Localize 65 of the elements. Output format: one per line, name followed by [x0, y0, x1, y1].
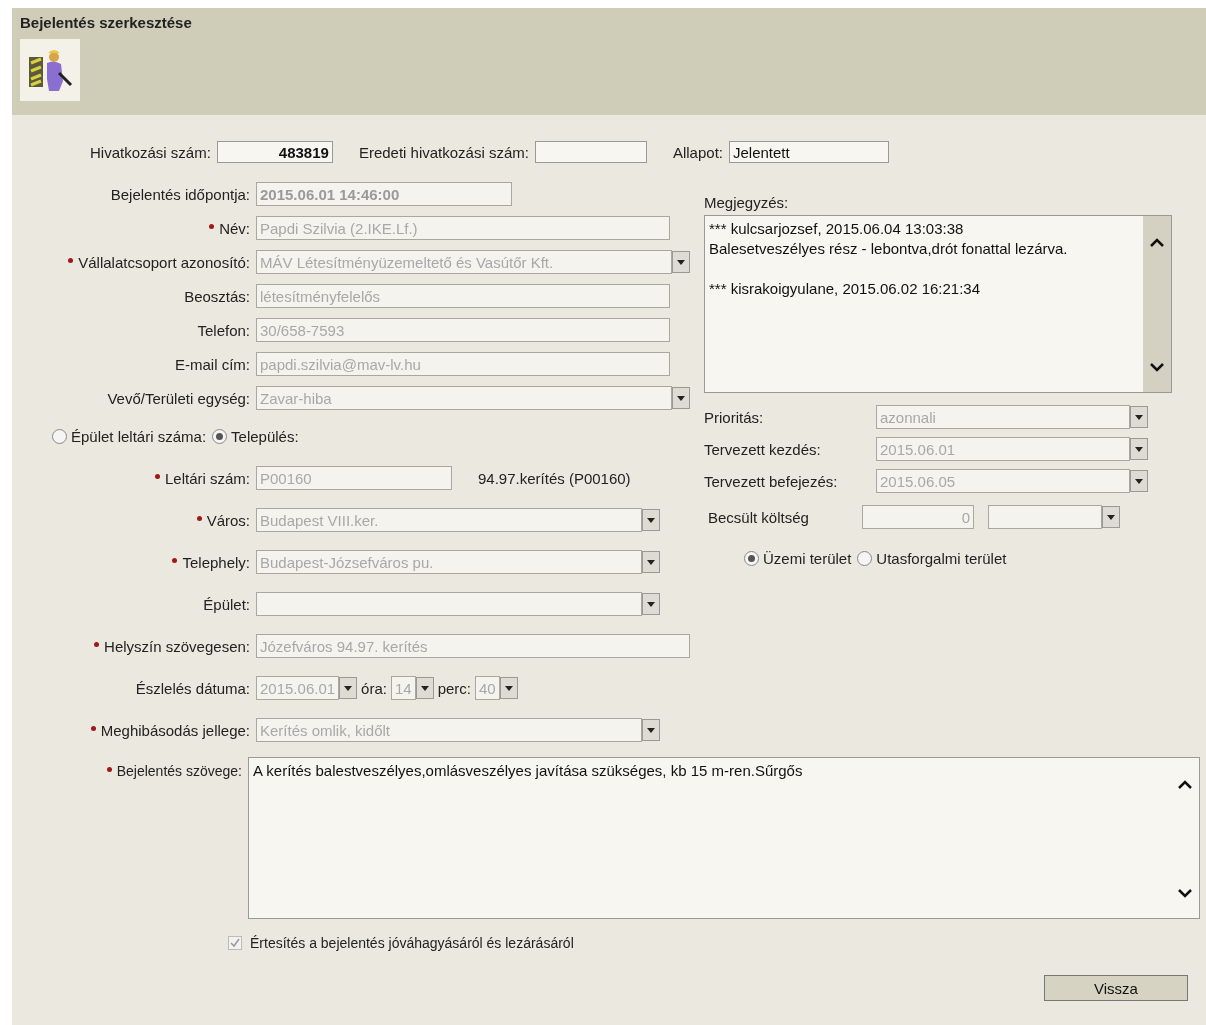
- field-label: E-mail cím:: [175, 355, 250, 373]
- date-dropdown[interactable]: 2015.06.01: [256, 676, 340, 700]
- field-label: Épület:: [203, 595, 250, 613]
- field-label: Tervezett befejezés:: [704, 472, 839, 490]
- dropdown-field[interactable]: MÁV Létesítményüzemeltető és Vasútőr Kft.: [256, 250, 672, 274]
- input-field[interactable]: 483819: [216, 141, 333, 163]
- scrollbar[interactable]: [1143, 216, 1171, 392]
- worker-at-barrier-icon: [20, 39, 80, 101]
- radio-option[interactable]: Település:: [212, 427, 299, 445]
- field-label: perc:: [437, 679, 471, 697]
- dropdown-field[interactable]: azonnali: [876, 405, 1130, 429]
- back-button[interactable]: Vissza: [1044, 975, 1188, 1001]
- field-label: Telephely:: [182, 553, 250, 571]
- dropdown-field[interactable]: 2015.06.05: [876, 469, 1130, 493]
- hour-dropdown[interactable]: 14: [390, 676, 416, 700]
- field-label: óra:: [361, 679, 387, 697]
- dropdown-field[interactable]: Kerítés omlik, kidőlt: [256, 718, 642, 742]
- item-description: 94.97.kerítés (P00160): [478, 469, 631, 487]
- input-field[interactable]: 0: [862, 505, 974, 529]
- radio-option[interactable]: Utasforgalmi terület: [857, 549, 1007, 567]
- dropdown-field[interactable]: Zavar-hiba: [256, 386, 672, 410]
- field-label: Telefon:: [197, 321, 250, 339]
- field-label: Név:: [219, 219, 250, 237]
- input-field[interactable]: P00160: [256, 466, 452, 490]
- field-label: Becsült költség: [708, 508, 810, 526]
- scroll-down-icon[interactable]: [1178, 888, 1192, 898]
- field-label: Vevő/Területi egység:: [107, 389, 250, 407]
- input-field[interactable]: Jelentett: [729, 141, 889, 163]
- input-field[interactable]: [534, 141, 647, 163]
- field-label: Város:: [206, 511, 250, 529]
- radio-option[interactable]: Üzemi terület: [744, 549, 852, 567]
- field-label: Megjegyzés:: [704, 194, 789, 211]
- field-label: Eredeti hivatkozási szám:: [358, 143, 529, 161]
- field-label: Leltári szám:: [164, 469, 250, 487]
- field-label: Észlelés dátuma:: [135, 679, 250, 697]
- input-field[interactable]: 30/658-7593: [256, 318, 670, 342]
- field-label: Bejelentés szövege:: [116, 763, 242, 779]
- dropdown-field[interactable]: [256, 592, 642, 616]
- field-label: Tervezett kezdés:: [704, 440, 822, 458]
- input-field[interactable]: Papdi Szilvia (2.IKE.Lf.): [256, 216, 670, 240]
- dropdown-field[interactable]: Budapest VIII.ker.: [256, 508, 642, 532]
- window-title: Bejelentés szerkesztése: [20, 14, 193, 31]
- radio-option[interactable]: Épület leltári száma:: [52, 427, 207, 445]
- dropdown-field[interactable]: Budapest-Józsefváros pu.: [256, 550, 642, 574]
- scroll-up-icon[interactable]: [1178, 780, 1192, 790]
- field-label: Meghibásodás jellege:: [100, 721, 250, 739]
- notify-checkbox[interactable]: Értesítés a bejelentés jóváhagyásáról és lezárásáról: [228, 935, 574, 951]
- checkmark-icon: [230, 938, 240, 948]
- input-field[interactable]: 2015.06.01 14:46:00: [256, 182, 512, 206]
- field-label: Helyszín szövegesen:: [104, 637, 250, 655]
- field-label: Beosztás:: [184, 287, 250, 305]
- input-field[interactable]: papdi.szilvia@mav-lv.hu: [256, 352, 670, 376]
- input-field[interactable]: létesítményfelelős: [256, 284, 670, 308]
- field-label: Hivatkozási szám:: [90, 143, 211, 161]
- minute-dropdown[interactable]: 40: [475, 676, 500, 700]
- field-label: Vállalatcsoport azonosító:: [78, 253, 250, 271]
- dropdown-field[interactable]: 2015.06.01: [876, 437, 1130, 461]
- scroll-up-icon[interactable]: [1150, 238, 1164, 248]
- remarks-textarea[interactable]: *** kulcsarjozsef, 2015.06.04 13:03:38 Balesetveszélyes rész - lebontva,drót fonattal lezárva. *** kisrakoigyulane, 2015.06.02 16:21:34: [704, 215, 1172, 393]
- input-field[interactable]: Józefváros 94.97. kerítés: [256, 634, 690, 658]
- field-label: Prioritás:: [704, 408, 765, 426]
- scroll-down-icon[interactable]: [1150, 362, 1164, 372]
- field-label: Bejelentés időpontja:: [110, 185, 250, 203]
- field-label: Allapot:: [672, 143, 723, 161]
- description-textarea[interactable]: A kerítés balestveszélyes,omlásveszélyes javítása szükséges, kb 15 m-ren.Sűrgős: [248, 757, 1200, 919]
